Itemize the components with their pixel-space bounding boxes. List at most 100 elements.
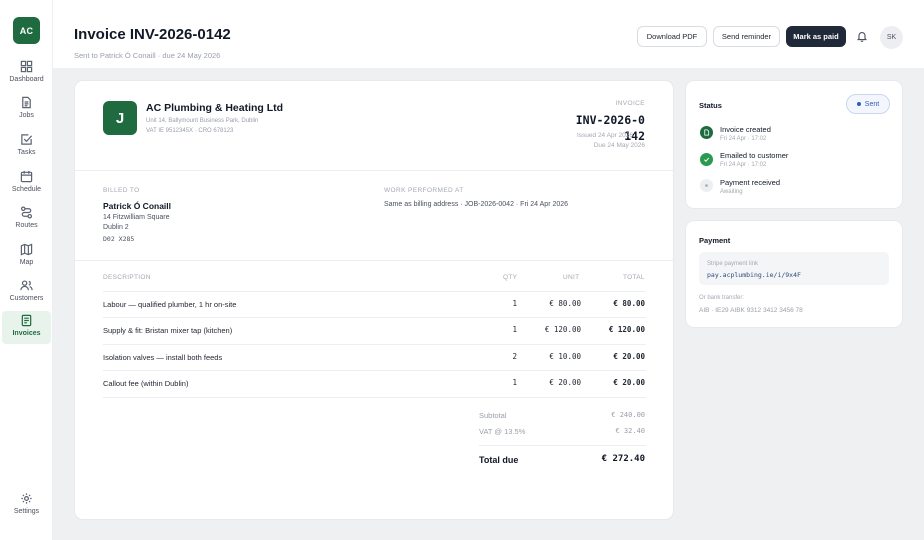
company-logo: J xyxy=(103,101,137,135)
company-address: Unit 14, Ballymount Business Park, Dubli… xyxy=(146,118,259,124)
client-address-line: 14 Fitzwilliam Square xyxy=(103,214,170,221)
sidebar-item-invoices[interactable]: Invoices xyxy=(2,311,51,344)
page-title: Invoice INV-2026-0142 xyxy=(74,26,231,43)
bell-icon xyxy=(856,32,868,42)
invoice-due-date: Due 24 May 2026 xyxy=(593,142,645,149)
stripe-link-label: Stripe payment link xyxy=(707,261,759,267)
subtotal-label: Subtotal xyxy=(479,411,507,420)
map-icon xyxy=(20,243,33,256)
work-location-label: WORK PERFORMED AT xyxy=(384,187,464,194)
sidebar-item-label: Tasks xyxy=(17,149,36,156)
company-registration: VAT IE 9512345X · CRO 678123 xyxy=(146,128,234,134)
timeline-step-title: Payment received xyxy=(720,178,781,187)
status-dot xyxy=(856,102,861,106)
bank-transfer-label: Or bank transfer: xyxy=(699,295,745,301)
line-item-unit: € 80.00 xyxy=(549,299,581,308)
line-item-total: € 20.00 xyxy=(613,352,645,361)
dot-icon xyxy=(705,184,708,187)
column-header-description: DESCRIPTION xyxy=(103,274,151,281)
invoice-issued-date: Issued 24 Apr 2026 xyxy=(576,132,633,139)
notifications-button[interactable] xyxy=(856,29,870,43)
sidebar-item-label: Map xyxy=(19,259,34,266)
line-item-qty: 1 xyxy=(512,299,517,308)
line-item-unit: € 10.00 xyxy=(549,352,581,361)
sidebar-item-map[interactable]: Map xyxy=(2,240,51,272)
line-item-total: € 120.00 xyxy=(608,325,645,334)
sidebar-item-tasks[interactable]: Tasks xyxy=(2,130,51,162)
grid-icon xyxy=(20,60,33,73)
stripe-payment-link[interactable]: pay.acplumbing.ie/i/9x4F xyxy=(707,271,801,279)
timeline-step-icon xyxy=(700,153,713,166)
row-divider xyxy=(103,291,646,292)
brand-logo[interactable]: AC xyxy=(13,17,40,44)
sidebar-item-routes[interactable]: Routes xyxy=(2,203,51,235)
download-pdf-button[interactable]: Download PDF xyxy=(637,26,707,47)
client-name: Patrick Ó Conaill xyxy=(103,201,172,211)
invoice-number: INV-2026-0142 xyxy=(575,113,645,143)
column-header-total: TOTAL xyxy=(623,274,645,281)
document-icon xyxy=(22,96,31,109)
bank-transfer-details: AIB · IE29 AIBK 9312 3412 3456 78 xyxy=(699,307,803,314)
status-card-title: Status xyxy=(699,101,722,110)
sidebar-item-jobs[interactable]: Jobs xyxy=(2,93,51,125)
company-name: AC Plumbing & Heating Ltd xyxy=(146,102,284,114)
avatar[interactable]: SK xyxy=(880,26,903,49)
gear-icon xyxy=(21,493,32,504)
sidebar-item-label: Settings xyxy=(13,508,40,515)
timeline-step-time: Fri 24 Apr · 17:02 xyxy=(720,162,767,168)
route-icon xyxy=(20,206,33,219)
sidebar-item-label: Routes xyxy=(15,222,38,229)
subtotal-value: € 240.00 xyxy=(611,411,645,419)
page-subtitle: Sent to Patrick Ó Conaill · due 24 May 2… xyxy=(74,51,221,60)
timeline-step-icon xyxy=(700,179,713,192)
page-header: Invoice INV-2026-0142 Sent to Patrick Ó … xyxy=(53,0,924,68)
check-square-icon xyxy=(21,134,33,145)
total-due-value: € 272.40 xyxy=(601,454,645,464)
sidebar: AC Dashboard Jobs Tasks Schedule Routes … xyxy=(0,0,53,540)
sidebar-item-customers[interactable]: Customers xyxy=(2,276,51,308)
users-icon xyxy=(20,280,33,291)
calendar-icon xyxy=(20,170,33,183)
mark-as-paid-button[interactable]: Mark as paid xyxy=(786,26,846,47)
totals-divider xyxy=(479,445,646,446)
sidebar-item-settings[interactable]: Settings xyxy=(2,489,51,521)
status-badge-label: Sent xyxy=(864,100,880,108)
sidebar-item-dashboard[interactable]: Dashboard xyxy=(2,57,51,89)
payment-card: Payment Stripe payment link pay.acplumbi… xyxy=(686,221,902,327)
sidebar-item-label: Dashboard xyxy=(9,76,44,83)
line-item-qty: 2 xyxy=(512,352,517,361)
row-divider xyxy=(103,344,646,345)
timeline-step-title: Invoice created xyxy=(720,125,771,134)
billed-to-label: BILLED TO xyxy=(103,187,140,194)
divider xyxy=(75,260,673,261)
line-item-description: Supply & fit: Bristan mixer tap (kitchen… xyxy=(103,326,233,335)
sidebar-item-label: Invoices xyxy=(12,330,41,337)
invoice-document: J AC Plumbing & Heating Ltd Unit 14, Bal… xyxy=(75,81,673,519)
client-eircode: D02 X285 xyxy=(103,235,135,243)
sidebar-item-schedule[interactable]: Schedule xyxy=(2,167,51,199)
work-location-text: Same as billing address · JOB-2026-0042 … xyxy=(384,201,569,208)
row-divider xyxy=(103,397,646,398)
line-item-qty: 1 xyxy=(512,378,517,387)
invoice-label: INVOICE xyxy=(615,100,645,107)
document-icon xyxy=(704,129,710,136)
sidebar-item-label: Schedule xyxy=(11,186,42,193)
line-item-description: Labour — qualified plumber, 1 hr on-site xyxy=(103,300,237,309)
line-item-unit: € 120.00 xyxy=(544,325,581,334)
timeline-step-time: Awaiting xyxy=(720,189,743,195)
row-divider xyxy=(103,317,646,318)
check-icon xyxy=(703,157,710,162)
line-item-qty: 1 xyxy=(512,325,517,334)
main-content: J AC Plumbing & Heating Ltd Unit 14, Bal… xyxy=(53,68,924,540)
invoice-icon xyxy=(21,314,32,327)
status-badge[interactable]: Sent xyxy=(846,94,890,114)
vat-value: € 32.40 xyxy=(615,427,645,435)
send-reminder-button[interactable]: Send reminder xyxy=(713,26,780,47)
sidebar-item-label: Jobs xyxy=(19,112,34,119)
stripe-link-box[interactable]: Stripe payment link pay.acplumbing.ie/i/… xyxy=(699,252,889,285)
sidebar-item-label: Customers xyxy=(9,295,44,302)
app: AC Dashboard Jobs Tasks Schedule Routes … xyxy=(0,0,924,540)
line-item-unit: € 20.00 xyxy=(549,378,581,387)
client-address-line: Dublin 2 xyxy=(103,224,129,231)
row-divider xyxy=(103,370,646,371)
